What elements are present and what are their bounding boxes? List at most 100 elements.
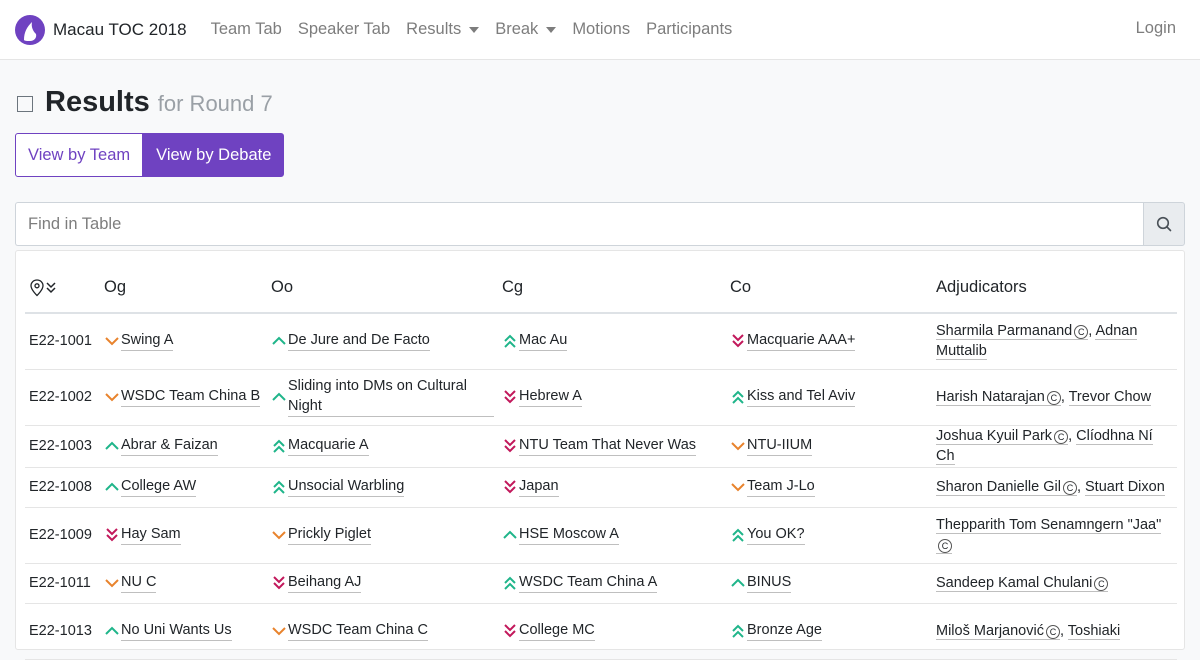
view-by-team-button[interactable]: View by Team <box>15 133 144 177</box>
team-name-link[interactable]: HSE Moscow A <box>519 525 619 546</box>
view-by-debate-button[interactable]: View by Debate <box>143 133 285 177</box>
navbar: Macau TOC 2018 Team Tab Speaker Tab Resu… <box>0 0 1200 60</box>
team-name-link[interactable]: WSDC Team China A <box>519 573 658 594</box>
team-cell: College MC <box>498 603 726 660</box>
chevron-down-icon <box>272 627 286 636</box>
team-cell: HSE Moscow A <box>498 507 726 564</box>
team-cell: WSDC Team China A <box>498 563 726 604</box>
team-cell: NU C <box>100 563 267 604</box>
team-entry: College MC <box>502 621 722 642</box>
team-entry: WSDC Team China C <box>271 621 494 642</box>
adjudicator-name[interactable]: Sandeep Kamal Chulani C <box>936 574 1109 592</box>
team-name-link[interactable]: Japan <box>519 477 559 498</box>
team-entry: WSDC Team China A <box>502 573 722 594</box>
table-row: E22-1001 Swing A De Jure and De Facto Mac A… <box>25 313 1177 370</box>
oo-column-header[interactable]: Oo <box>267 263 498 314</box>
team-name-link[interactable]: Mac Au <box>519 331 568 352</box>
team-entry: NTU Team That Never Was <box>502 436 722 457</box>
table-search <box>15 202 1185 246</box>
adjudicator-label: Thepparith Tom Senamngern "Jaa" <box>936 516 1162 533</box>
caret-down-icon <box>546 26 557 33</box>
table-header-row: Og Oo Cg Co Adjudicators <box>25 263 1177 314</box>
chevron-down-icon <box>731 483 745 492</box>
adjudicator-name[interactable]: Trevor Chow <box>1068 388 1152 406</box>
adjudicator-name[interactable]: Sharmila Parmanand C <box>936 322 1089 340</box>
team-name-link[interactable]: BINUS <box>747 573 792 594</box>
team-name-link[interactable]: NU C <box>121 573 157 594</box>
brand[interactable]: Macau TOC 2018 <box>15 14 187 45</box>
team-cell: Unsocial Warbling <box>267 467 498 508</box>
adjudicator-name[interactable]: Joshua Kyuil Park C <box>936 427 1069 445</box>
team-cell: NTU-IIUM <box>726 425 932 468</box>
chevron-down-icon <box>105 393 119 402</box>
team-name-link[interactable]: Swing A <box>121 331 174 352</box>
team-cell: Mac Au <box>498 313 726 370</box>
team-name-link[interactable]: College AW <box>121 477 197 498</box>
team-cell: De Jure and De Facto <box>267 313 498 370</box>
debate-code: E22-1011 <box>25 563 100 604</box>
adjudicators-column-header[interactable]: Adjudicators <box>932 263 1177 314</box>
team-cell: Hebrew A <box>498 369 726 426</box>
search-button[interactable] <box>1143 202 1185 246</box>
team-name-link[interactable]: Prickly Piglet <box>288 525 371 546</box>
debate-code: E22-1003 <box>25 425 100 468</box>
nav-team-tab[interactable]: Team Tab <box>203 20 290 39</box>
nav-break-dropdown[interactable]: Break <box>487 20 564 39</box>
adjudicator-name[interactable]: Harish Natarajan C <box>936 388 1061 406</box>
venue-sort-header[interactable] <box>25 263 100 314</box>
nav-results-dropdown[interactable]: Results <box>398 20 487 39</box>
adjudicator-name[interactable]: Toshiaki <box>1067 622 1121 640</box>
double-chevron-up-icon <box>732 390 744 404</box>
adjudicator-label: Sharon Danielle Gil <box>936 478 1061 495</box>
team-name-link[interactable]: College MC <box>519 621 595 642</box>
cg-column-header[interactable]: Cg <box>498 263 726 314</box>
team-name-link[interactable]: NTU Team That Never Was <box>519 436 697 457</box>
chair-icon: C <box>1062 480 1077 495</box>
team-name-link[interactable]: Macquarie A <box>288 436 369 457</box>
team-name-link[interactable]: De Jure and De Facto <box>288 331 430 352</box>
team-name-link[interactable]: Bronze Age <box>747 621 822 642</box>
login-link[interactable]: Login <box>1136 19 1176 38</box>
team-name-link[interactable]: Sliding into DMs on Cultural Night <box>288 377 494 417</box>
chevron-up-icon <box>105 482 119 491</box>
page-subtitle: for Round 7 <box>157 91 273 116</box>
chevron-up-icon <box>272 336 286 345</box>
adjudicator-name[interactable]: Miloš Marjanović C <box>936 622 1060 640</box>
team-cell: You OK? <box>726 507 932 564</box>
team-name-link[interactable]: NTU-IIUM <box>747 436 813 457</box>
chair-icon: C <box>1094 576 1109 591</box>
adjudicator-name[interactable]: Thepparith Tom Senamngern "Jaa" C <box>936 516 1162 555</box>
nav-motions[interactable]: Motions <box>564 20 638 39</box>
adjudicator-label: Sandeep Kamal Chulani <box>936 574 1093 591</box>
team-name-link[interactable]: Kiss and Tel Aviv <box>747 387 856 408</box>
team-cell: Macquarie A <box>267 425 498 468</box>
table-row: E22-1011 NU C Beihang AJ WSDC Team China A B… <box>25 563 1177 604</box>
team-name-link[interactable]: Abrar & Faizan <box>121 436 218 457</box>
team-name-link[interactable]: Hebrew A <box>519 387 582 408</box>
team-name-link[interactable]: Beihang AJ <box>288 573 362 594</box>
adjudicator-name[interactable]: Sharon Danielle Gil C <box>936 478 1077 496</box>
team-name-link[interactable]: WSDC Team China C <box>288 621 428 642</box>
team-name-link[interactable]: You OK? <box>747 525 805 546</box>
tabbycat-logo-icon <box>15 14 45 45</box>
team-entry: Swing A <box>104 331 263 352</box>
adjudicator-name[interactable]: Stuart Dixon <box>1085 478 1165 496</box>
og-column-header[interactable]: Og <box>100 263 267 314</box>
team-name-link[interactable]: Macquarie AAA+ <box>747 331 856 352</box>
team-name-link[interactable]: Hay Sam <box>121 525 181 546</box>
search-input[interactable] <box>15 202 1143 246</box>
team-entry: Macquarie AAA+ <box>730 331 928 352</box>
team-name-link[interactable]: Team J-Lo <box>747 477 815 498</box>
co-column-header[interactable]: Co <box>726 263 932 314</box>
nav-participants[interactable]: Participants <box>638 20 740 39</box>
double-chevron-up-icon <box>504 334 516 348</box>
chevron-down-icon <box>105 579 119 588</box>
team-name-link[interactable]: Unsocial Warbling <box>288 477 405 498</box>
chair-icon: C <box>938 539 952 554</box>
nav-speaker-tab[interactable]: Speaker Tab <box>290 20 398 39</box>
adjudicator-label: Joshua Kyuil Park <box>936 427 1053 444</box>
team-name-link[interactable]: No Uni Wants Us <box>121 621 232 642</box>
team-name-link[interactable]: WSDC Team China B <box>121 387 261 408</box>
adjudicator-label: Harish Natarajan <box>936 388 1045 405</box>
chair-icon: C <box>1045 624 1060 639</box>
